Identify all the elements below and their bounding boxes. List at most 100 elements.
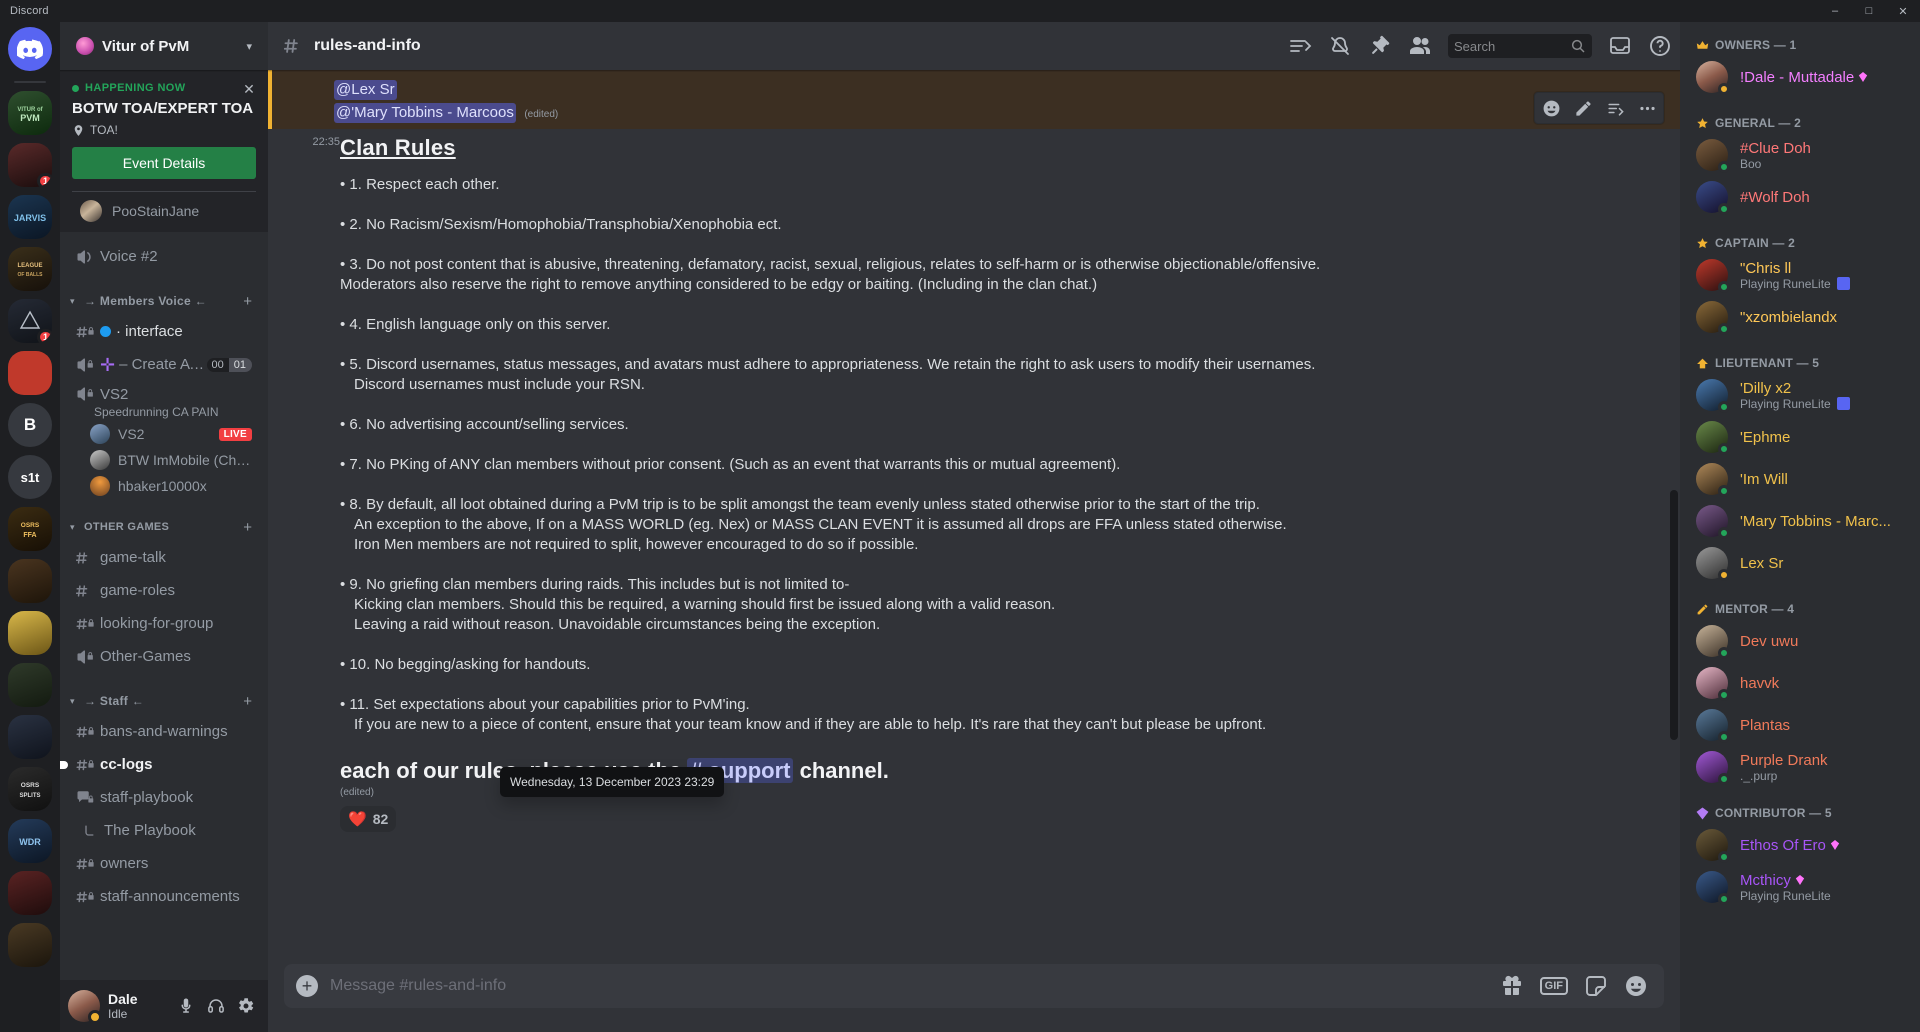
- emoji-icon[interactable]: [1624, 974, 1648, 998]
- chevron-down-icon: ▾: [70, 521, 75, 532]
- close-button[interactable]: ✕: [1886, 0, 1920, 22]
- server-icon-11[interactable]: [8, 611, 52, 655]
- member-row[interactable]: #Clue Doh Boo: [1688, 134, 1912, 176]
- member-row[interactable]: Dev uwu: [1688, 620, 1912, 662]
- member-group-label: GENERAL — 2: [1715, 116, 1801, 130]
- guild-header[interactable]: Vitur of PvM ▾: [60, 22, 268, 70]
- add-channel-button[interactable]: +: [243, 694, 252, 709]
- server-icon-red[interactable]: [8, 351, 52, 395]
- channel-staff-announcements[interactable]: staff-announcements: [68, 880, 260, 913]
- message-area[interactable]: @Lex Sr @'Mary Tobbins - Marcoos (edited…: [268, 70, 1680, 964]
- member-row[interactable]: Purple Drank ._.purp: [1688, 746, 1912, 788]
- server-icon-vitur[interactable]: VITUR of PVM: [8, 91, 52, 135]
- server-icon-2[interactable]: 1: [8, 143, 52, 187]
- server-icon-league[interactable]: LEAGUE OF BALLS: [8, 247, 52, 291]
- server-icon-16[interactable]: [8, 871, 52, 915]
- reaction-heart[interactable]: ❤️ 82: [340, 806, 397, 832]
- category-staff[interactable]: ▾ → Staff ← +: [68, 687, 260, 715]
- server-icon-jarvis[interactable]: JARVIS: [8, 195, 52, 239]
- channel-bans-and-warnings[interactable]: bans-and-warnings: [68, 715, 260, 748]
- member-row[interactable]: "xzombielandx: [1688, 296, 1912, 338]
- add-channel-button[interactable]: +: [243, 294, 252, 309]
- server-icon-10[interactable]: [8, 559, 52, 603]
- channel-game-talk[interactable]: game-talk: [68, 541, 260, 574]
- event-close-button[interactable]: ✕: [240, 80, 258, 98]
- category-other-games[interactable]: ▾ OTHER GAMES +: [68, 513, 260, 541]
- server-icon-17[interactable]: [8, 923, 52, 967]
- member-row[interactable]: 'Im Will: [1688, 458, 1912, 500]
- notification-off-icon[interactable]: [1328, 34, 1352, 58]
- gear-icon[interactable]: [232, 992, 260, 1020]
- server-icon-b[interactable]: B: [8, 403, 52, 447]
- avatar[interactable]: [68, 990, 102, 1024]
- member-row[interactable]: Lex Sr: [1688, 542, 1912, 584]
- server-icon-5[interactable]: 1: [8, 299, 52, 343]
- member-name: 'Im Will: [1740, 471, 1904, 488]
- channel-game-roles[interactable]: game-roles: [68, 574, 260, 607]
- minimize-button[interactable]: –: [1818, 0, 1852, 22]
- add-reaction-icon[interactable]: [1535, 92, 1567, 124]
- voice-member-hbaker10000x[interactable]: hbaker10000x: [82, 473, 260, 499]
- mark-unread-icon[interactable]: [1599, 92, 1631, 124]
- member-row[interactable]: 'Ephme: [1688, 416, 1912, 458]
- event-attendee[interactable]: PooStainJane: [72, 192, 256, 232]
- category-members-voice[interactable]: ▾ → Members Voice ← +: [68, 287, 260, 315]
- member-row[interactable]: Ethos Of Ero: [1688, 824, 1912, 866]
- mention-mary-tobbins[interactable]: @'Mary Tobbins - Marcoos: [334, 103, 516, 123]
- channel-staff-playbook[interactable]: staff-playbook: [68, 781, 260, 814]
- members-icon[interactable]: [1408, 34, 1432, 58]
- channel-vs2[interactable]: VS2: [68, 381, 260, 407]
- member-row[interactable]: !Dale - Muttadale: [1688, 56, 1912, 98]
- member-row[interactable]: #Wolf Doh: [1688, 176, 1912, 218]
- user-status: Idle: [108, 1007, 128, 1021]
- message-scrollbar[interactable]: [1670, 490, 1678, 740]
- member-row[interactable]: 'Dilly x2 Playing RuneLite: [1688, 374, 1912, 416]
- message-input[interactable]: Message #rules-and-info: [330, 977, 1500, 995]
- member-row[interactable]: havvk: [1688, 662, 1912, 704]
- server-icon-s1t[interactable]: s1t: [8, 455, 52, 499]
- deafen-button[interactable]: [202, 992, 230, 1020]
- channel-voice-2[interactable]: Voice #2: [68, 240, 260, 273]
- server-icon-13[interactable]: [8, 715, 52, 759]
- mention-lex-sr[interactable]: @Lex Sr: [334, 80, 397, 100]
- thread-the-playbook[interactable]: The Playbook: [68, 814, 260, 847]
- user-info[interactable]: Dale Idle: [108, 991, 172, 1021]
- server-icon-wdr[interactable]: WDR: [8, 819, 52, 863]
- channel-looking-for-group[interactable]: looking-for-group: [68, 607, 260, 640]
- composer-box[interactable]: + Message #rules-and-info GIF: [284, 964, 1664, 1008]
- gift-icon[interactable]: [1500, 974, 1524, 998]
- attach-file-button[interactable]: +: [284, 964, 330, 1008]
- voice-member-vs2[interactable]: VS2 LIVE: [82, 421, 260, 447]
- maximize-button[interactable]: □: [1852, 0, 1886, 22]
- members-list[interactable]: OWNERS — 1 !Dale - Muttadale GENERAL — 2: [1680, 22, 1920, 1032]
- server-icon-osrs-ffa[interactable]: OSRS FFA: [8, 507, 52, 551]
- channel-list[interactable]: Voice #2 ▾ → Members Voice ← + · interfa…: [60, 232, 268, 980]
- avatar: [1696, 505, 1730, 539]
- member-row[interactable]: Mcthicy Playing RuneLite: [1688, 866, 1912, 908]
- channel-interface[interactable]: · interface: [68, 315, 260, 348]
- channel-create-a-channel[interactable]: ✛ – Create A C... 00 01: [68, 348, 260, 381]
- server-home[interactable]: [8, 27, 52, 71]
- mute-microphone-button[interactable]: [172, 992, 200, 1020]
- channel-cc-logs[interactable]: cc-logs: [60, 748, 260, 781]
- channel-other-games-voice[interactable]: Other-Games: [68, 640, 260, 673]
- add-channel-button[interactable]: +: [243, 520, 252, 535]
- event-details-button[interactable]: Event Details: [72, 147, 256, 179]
- threads-icon[interactable]: [1288, 34, 1312, 58]
- sticker-icon[interactable]: [1584, 974, 1608, 998]
- search-box[interactable]: Search: [1448, 34, 1592, 58]
- pin-icon[interactable]: [1368, 34, 1392, 58]
- member-row[interactable]: Plantas: [1688, 704, 1912, 746]
- help-icon[interactable]: [1648, 34, 1672, 58]
- member-row[interactable]: 'Mary Tobbins - Marc...: [1688, 500, 1912, 542]
- search-input[interactable]: Search: [1454, 39, 1570, 54]
- server-icon-osrs-splits[interactable]: OSRS SPLITS: [8, 767, 52, 811]
- gif-button[interactable]: GIF: [1539, 977, 1568, 995]
- more-options-icon[interactable]: [1631, 92, 1663, 124]
- server-icon-12[interactable]: [8, 663, 52, 707]
- edit-icon[interactable]: [1567, 92, 1599, 124]
- inbox-icon[interactable]: [1608, 34, 1632, 58]
- member-row[interactable]: "Chris ll Playing RuneLite: [1688, 254, 1912, 296]
- voice-member-btw-immobile[interactable]: BTW ImMobile (Ched): [82, 447, 260, 473]
- channel-owners[interactable]: owners: [68, 847, 260, 880]
